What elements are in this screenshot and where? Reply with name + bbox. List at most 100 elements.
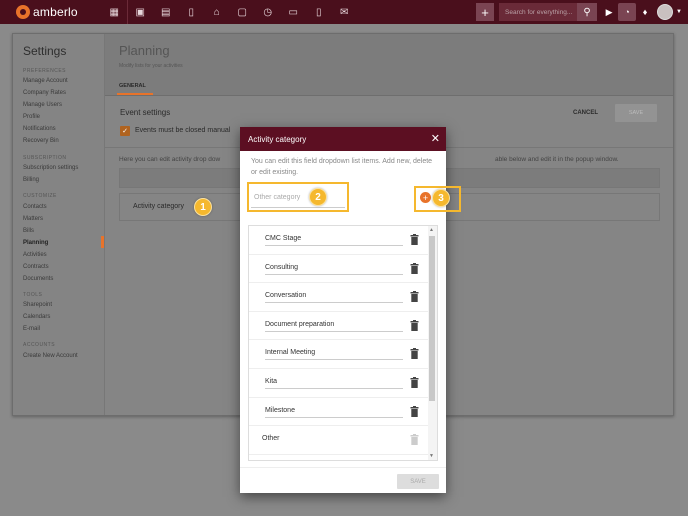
nav-icons: ▦ ▣ ▤ ▯ ⌂ ▢ ◷ ▭ ▯ ✉ (102, 0, 357, 24)
sidebar-item-bills[interactable]: Bills (23, 228, 34, 234)
sidebar-item-matters[interactable]: Matters (23, 216, 43, 222)
user-avatar[interactable] (657, 4, 674, 20)
list-item-field[interactable]: Document preparation (265, 321, 403, 332)
trash-icon[interactable] (410, 348, 419, 360)
page-subtitle: Modify lists for your activities (119, 63, 183, 69)
calendar-icon[interactable]: ▢ (230, 0, 256, 24)
step-marker-3: 3 (432, 189, 450, 207)
sidebar-item-documents[interactable]: Documents (23, 276, 53, 282)
activity-category-row-label: Activity category (133, 203, 184, 210)
sidebar-item-billing[interactable]: Billing (23, 177, 39, 183)
trash-icon[interactable] (410, 291, 419, 303)
trash-icon[interactable] (410, 377, 419, 388)
dialog-save-button[interactable]: SAVE (397, 474, 439, 489)
category-list: CMC Stage Consulting Conversation Docume… (248, 225, 438, 461)
settings-sidebar: Settings PREFERENCES Manage Account Comp… (13, 34, 105, 415)
events-closed-checkbox[interactable]: ✓ (120, 126, 130, 136)
sidebar-item-profile[interactable]: Profile (23, 114, 40, 120)
events-closed-label: Events must be closed manual (135, 127, 231, 134)
sidebar-item-recovery-bin[interactable]: Recovery Bin (23, 138, 59, 144)
dialog-title: Activity category (248, 134, 307, 144)
event-settings-heading: Event settings (120, 108, 171, 117)
save-button[interactable]: SAVE (615, 104, 657, 122)
section-tools: TOOLS (23, 292, 43, 298)
trash-icon[interactable] (410, 405, 419, 417)
list-item: Kita (249, 369, 429, 398)
list-item-field[interactable]: Internal Meeting (265, 349, 403, 361)
dialog-header: Activity category ✕ (240, 127, 446, 151)
matters-icon[interactable]: ▤ (153, 0, 179, 24)
list-item-field[interactable]: Milestone (265, 407, 403, 418)
sidebar-item-subscription-settings[interactable]: Subscription settings (23, 165, 78, 171)
scrollbar-thumb[interactable] (429, 236, 435, 401)
play-icon[interactable]: ▶ (600, 3, 618, 21)
step-marker-1: 1 (194, 198, 212, 216)
chevron-down-icon[interactable]: ▼ (676, 9, 682, 15)
bills-icon[interactable]: ▯ (306, 0, 332, 24)
cancel-button[interactable]: CANCEL (573, 110, 598, 116)
sidebar-item-create-new-account[interactable]: Create New Account (23, 353, 78, 359)
list-item: CMC Stage (249, 226, 429, 255)
close-icon[interactable]: ✕ (431, 132, 440, 146)
scroll-up-icon[interactable]: ▲ (429, 227, 434, 233)
mail-icon[interactable]: ✉ (332, 0, 358, 24)
sidebar-item-notifications[interactable]: Notifications (23, 126, 56, 132)
help-text-left: Here you can edit activity drop dow (119, 156, 221, 163)
list-scrollbar[interactable]: ▲ ▼ (428, 226, 437, 460)
sidebar-item-manage-account[interactable]: Manage Account (23, 78, 68, 84)
sidebar-item-company-rates[interactable]: Company Rates (23, 90, 66, 96)
dialog-description: You can edit this field dropdown list it… (251, 158, 433, 176)
sidebar-item-sharepoint[interactable]: Sharepoint (23, 302, 52, 308)
quick-add-button[interactable]: + (476, 3, 495, 21)
list-item-field[interactable]: Conversation (265, 292, 403, 304)
section-preferences: PREFERENCES (23, 68, 67, 74)
list-item: Internal Meeting (249, 340, 429, 369)
logo-mark-icon (16, 5, 30, 19)
section-accounts: ACCOUNTS (23, 342, 56, 348)
trash-icon[interactable] (410, 234, 419, 245)
highlight-input-box (247, 182, 349, 212)
timer-icon[interactable]: ◔ (618, 3, 637, 21)
help-text-right: able below and edit it in the popup wind… (495, 156, 619, 163)
list-item: Document preparation (249, 312, 429, 341)
list-item: Milestone (249, 398, 429, 427)
sidebar-item-contracts[interactable]: Contracts (23, 264, 49, 270)
bank-icon[interactable]: ⌂ (204, 0, 230, 24)
folder-icon[interactable]: ▭ (281, 0, 307, 24)
page-title: Planning (119, 43, 170, 58)
sidebar-item-manage-users[interactable]: Manage Users (23, 102, 62, 108)
step-marker-2: 2 (309, 188, 327, 206)
list-item-field[interactable]: Consulting (265, 264, 403, 275)
notification-icon[interactable]: ♦ (636, 3, 654, 21)
section-subscription: SUBSCRIPTION (23, 155, 67, 161)
sidebar-item-contacts[interactable]: Contacts (23, 204, 47, 210)
add-item-button[interactable]: + (420, 192, 431, 203)
tab-underline (117, 93, 153, 95)
scroll-down-icon[interactable]: ▼ (429, 453, 434, 459)
trash-icon[interactable] (410, 262, 419, 274)
app-logo[interactable]: amberlo (16, 5, 96, 19)
global-search-input[interactable]: Search for everything... (499, 3, 578, 21)
topbar-right: + Search for everything... ⚲ ▶ ◔ ♦ ▼ (476, 0, 688, 24)
contacts-icon[interactable]: ▣ (128, 0, 154, 24)
activities-icon[interactable]: ◷ (255, 0, 281, 24)
sidebar-item-planning[interactable]: Planning (23, 240, 48, 246)
sidebar-item-email[interactable]: E-mail (23, 326, 40, 332)
section-customize: CUSTOMIZE (23, 193, 57, 199)
tab-general[interactable]: GENERAL (119, 83, 146, 89)
sidebar-item-calendars[interactable]: Calendars (23, 314, 50, 320)
list-item: Other (249, 426, 429, 455)
list-item-field[interactable]: Kita (265, 378, 403, 389)
top-navigation-bar: amberlo ▦ ▣ ▤ ▯ ⌂ ▢ ◷ ▭ ▯ ✉ + Search for… (0, 0, 688, 24)
search-icon[interactable]: ⚲ (577, 3, 598, 21)
trash-icon (410, 434, 419, 446)
sidebar-title: Settings (23, 44, 67, 58)
trash-icon[interactable] (410, 319, 419, 331)
sidebar-item-activities[interactable]: Activities (23, 252, 47, 258)
dialog-footer-divider (240, 467, 446, 468)
list-item-field[interactable]: CMC Stage (265, 235, 403, 246)
dashboard-icon[interactable]: ▦ (102, 0, 128, 24)
list-item: Consulting (249, 255, 429, 284)
list-item-field: Other (262, 435, 280, 443)
documents-icon[interactable]: ▯ (179, 0, 205, 24)
